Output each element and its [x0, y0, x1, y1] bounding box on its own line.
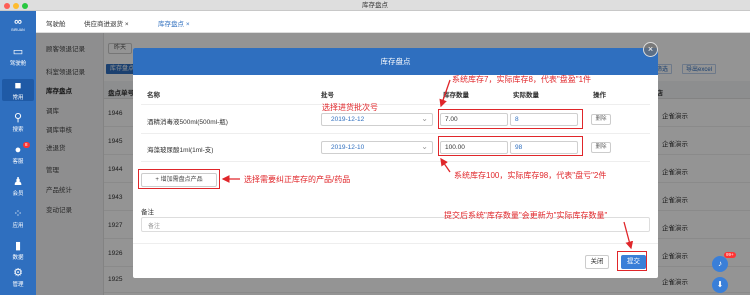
rail-item-manage[interactable]: ⚙ 管理 — [2, 266, 34, 288]
annotation-batch: 选择进货批次号 — [322, 103, 378, 112]
search-icon: ⚲ — [13, 112, 23, 124]
tab-close-icon[interactable]: × — [125, 21, 129, 28]
tab-label: 供应商进退货 — [84, 21, 123, 28]
close-icon[interactable]: × — [643, 42, 658, 57]
highlight-box-add — [138, 169, 220, 189]
dialog-footer-divider — [133, 243, 658, 244]
notification-badge: 99+ — [724, 252, 736, 258]
rail-item-label: 应用 — [12, 223, 24, 229]
annotation-surplus: 系统库存7，实际库存8，代表"盘盈"1件 — [452, 75, 592, 84]
highlight-box-row1 — [438, 109, 583, 129]
rail-item-label: 数据 — [12, 255, 24, 261]
gear-icon: ⚙ — [13, 267, 23, 279]
maximize-window-button[interactable] — [22, 2, 28, 9]
monitor-icon: ▭ — [12, 46, 24, 58]
chevron-down-icon: ⌄ — [421, 142, 428, 151]
divider — [141, 161, 650, 162]
column-header-batch: 批号 — [321, 92, 334, 99]
member-icon: ♟ — [13, 176, 23, 188]
tab-inventory-check[interactable]: 库存盘点 × — [158, 18, 190, 28]
rail-item-service[interactable]: ● 8 客服 — [2, 142, 34, 165]
tab-bar: 驾驶舱 供应商进退货 × 库存盘点 × — [36, 11, 750, 33]
rail-item-label: 会员 — [12, 191, 24, 197]
tab-supplier[interactable]: 供应商进退货 × — [84, 18, 129, 28]
tab-label: 库存盘点 — [158, 21, 184, 28]
rail-item-label: 常用 — [12, 95, 24, 101]
cancel-button[interactable]: 关闭 — [585, 255, 609, 269]
delete-row-button[interactable]: 删除 — [591, 114, 611, 125]
bar-chart-icon: ▮ — [14, 240, 22, 252]
rail-item-common[interactable]: ■ 常用 — [2, 79, 34, 101]
window-titlebar: 库存盘点 — [0, 0, 750, 11]
annotation-submit: 提交后系统"库存数量"会更新为"实际库存数量" — [444, 211, 608, 220]
rail-item-label: 管理 — [12, 282, 24, 288]
rail-item-label: 客服 — [12, 159, 24, 165]
rail-item-data[interactable]: ▮ 数据 — [2, 239, 34, 261]
chevron-down-icon: ⌄ — [421, 114, 428, 123]
remark-label: 备注 — [141, 209, 154, 216]
dialog-title: 库存盘点 — [133, 48, 658, 75]
notification-bell-icon[interactable]: ♪ — [712, 256, 728, 272]
divider — [141, 133, 650, 134]
tab-cockpit[interactable]: 驾驶舱 — [46, 18, 66, 28]
tab-close-icon[interactable]: × — [186, 21, 190, 28]
rail-item-label: 驾驶舱 — [9, 61, 27, 67]
highlight-box-row2 — [438, 136, 583, 156]
unread-badge: 8 — [23, 142, 30, 148]
column-header-stock: 库存数量 — [443, 92, 469, 99]
delete-row-button[interactable]: 删除 — [591, 142, 611, 153]
batch-select[interactable]: 2019-12-10 ⌄ — [321, 141, 433, 154]
rail-item-cockpit[interactable]: ▭ 驾驶舱 — [2, 45, 34, 67]
rail-item-member[interactable]: ♟ 会员 — [2, 175, 34, 197]
close-window-button[interactable] — [4, 2, 10, 9]
annotation-add-product: 选择需要纠正库存的产品/药品 — [244, 175, 351, 184]
rail-item-label: 搜索 — [12, 127, 24, 133]
minimize-window-button[interactable] — [13, 2, 19, 9]
app-logo: ∞ BIRUAN — [11, 16, 25, 32]
highlight-box-submit — [617, 251, 647, 271]
product-name: 海藻玻尿酸1ml(1ml-支) — [147, 147, 214, 154]
batch-select[interactable]: 2019-12-12 ⌄ — [321, 113, 433, 126]
download-icon[interactable]: ⬇ — [712, 277, 728, 293]
rail-item-apps[interactable]: ⁘ 应用 — [2, 207, 34, 229]
column-header-actual: 实际数量 — [513, 92, 539, 99]
annotation-deficit: 系统库存100，实际库存98，代表"盘亏"2件 — [454, 171, 607, 180]
apps-grid-icon: ⁘ — [13, 208, 23, 220]
cube-icon: ■ — [14, 80, 22, 92]
divider — [141, 104, 650, 105]
column-header-name: 名称 — [147, 92, 160, 99]
product-name: 酒精消毒液500ml(500ml-瓶) — [147, 119, 228, 126]
column-header-op: 操作 — [593, 92, 606, 99]
window-title: 库存盘点 — [362, 2, 388, 9]
rail-item-search[interactable]: ⚲ 搜索 — [2, 111, 34, 133]
